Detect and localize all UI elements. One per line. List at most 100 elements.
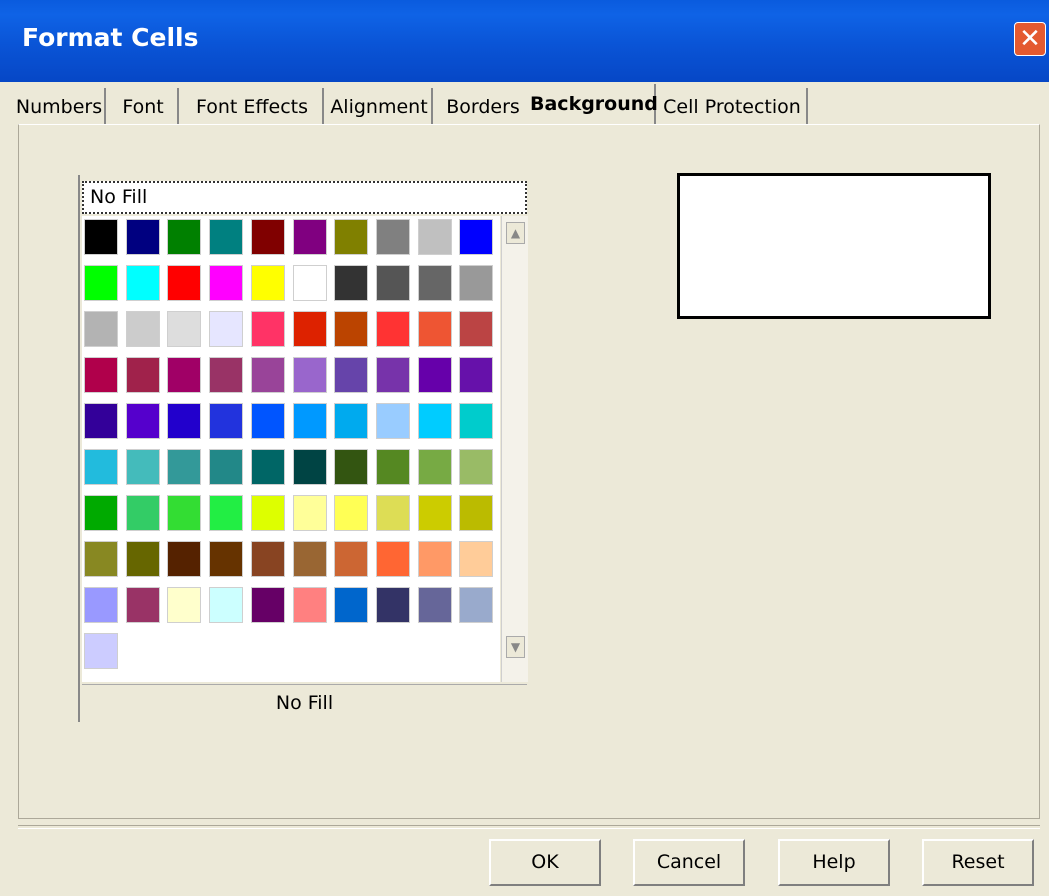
color-swatch[interactable]	[459, 219, 494, 255]
color-swatch[interactable]	[125, 311, 160, 347]
color-swatch[interactable]	[167, 403, 202, 439]
color-swatch[interactable]	[459, 449, 494, 485]
color-swatch[interactable]	[250, 219, 285, 255]
color-swatch[interactable]	[417, 265, 452, 301]
color-swatch[interactable]	[250, 495, 285, 531]
color-swatch[interactable]	[334, 311, 369, 347]
color-swatch[interactable]	[334, 449, 369, 485]
color-swatch[interactable]	[375, 403, 410, 439]
color-swatch[interactable]	[292, 219, 327, 255]
color-swatch[interactable]	[125, 219, 160, 255]
color-swatch[interactable]	[84, 449, 118, 485]
color-swatch[interactable]	[292, 587, 327, 623]
color-swatch[interactable]	[125, 357, 160, 393]
color-swatch[interactable]	[125, 265, 160, 301]
color-swatch[interactable]	[209, 219, 244, 255]
palette-scrollbar[interactable]: ▲ ▼	[501, 216, 528, 682]
scroll-up-button[interactable]: ▲	[506, 222, 525, 244]
color-swatch[interactable]	[84, 633, 118, 669]
color-swatch[interactable]	[375, 449, 410, 485]
color-swatch[interactable]	[292, 541, 327, 577]
color-swatch[interactable]	[292, 495, 327, 531]
color-swatch[interactable]	[334, 357, 369, 393]
color-swatch[interactable]	[167, 357, 202, 393]
tab-background[interactable]: Background	[530, 84, 658, 128]
color-swatch[interactable]	[417, 403, 452, 439]
tab-font[interactable]: Font	[109, 88, 179, 126]
ok-button[interactable]: OK	[489, 839, 601, 886]
color-swatch[interactable]	[417, 449, 452, 485]
tab-alignment[interactable]: Alignment	[327, 88, 433, 126]
color-swatch[interactable]	[250, 449, 285, 485]
color-swatch[interactable]	[84, 587, 118, 623]
color-swatch[interactable]	[417, 219, 452, 255]
color-swatch[interactable]	[84, 265, 118, 301]
color-swatch[interactable]	[167, 495, 202, 531]
color-swatch[interactable]	[334, 541, 369, 577]
color-swatch[interactable]	[250, 403, 285, 439]
tab-numbers[interactable]: Numbers	[14, 88, 106, 126]
color-swatch[interactable]	[209, 495, 244, 531]
color-swatch[interactable]	[334, 219, 369, 255]
color-swatch[interactable]	[250, 357, 285, 393]
color-swatch[interactable]	[334, 403, 369, 439]
color-swatch[interactable]	[84, 495, 118, 531]
color-swatch[interactable]	[459, 541, 494, 577]
color-swatch[interactable]	[334, 265, 369, 301]
tab-cell-protection[interactable]: Cell Protection	[658, 88, 808, 126]
color-swatch[interactable]	[375, 311, 410, 347]
color-swatch[interactable]	[417, 541, 452, 577]
tab-font-effects[interactable]: Font Effects	[182, 88, 324, 126]
color-swatch[interactable]	[417, 495, 452, 531]
color-swatch[interactable]	[84, 219, 118, 255]
cancel-button[interactable]: Cancel	[633, 839, 745, 886]
no-fill-option[interactable]: No Fill	[82, 181, 527, 214]
color-swatch[interactable]	[459, 587, 494, 623]
color-swatch[interactable]	[375, 265, 410, 301]
color-swatch[interactable]	[209, 403, 244, 439]
color-swatch[interactable]	[125, 495, 160, 531]
color-swatch[interactable]	[375, 495, 410, 531]
color-swatch[interactable]	[167, 219, 202, 255]
color-swatch[interactable]	[375, 541, 410, 577]
color-swatch[interactable]	[84, 403, 118, 439]
color-swatch[interactable]	[375, 587, 410, 623]
color-swatch[interactable]	[167, 449, 202, 485]
color-swatch[interactable]	[292, 265, 327, 301]
color-swatch[interactable]	[375, 357, 410, 393]
color-swatch[interactable]	[125, 403, 160, 439]
color-swatch[interactable]	[250, 311, 285, 347]
help-button[interactable]: Help	[778, 839, 890, 886]
color-swatch[interactable]	[209, 265, 244, 301]
color-swatch[interactable]	[209, 311, 244, 347]
color-swatch[interactable]	[84, 311, 118, 347]
color-swatch[interactable]	[417, 357, 452, 393]
color-swatch[interactable]	[209, 587, 244, 623]
color-swatch[interactable]	[417, 311, 452, 347]
color-swatch[interactable]	[375, 219, 410, 255]
color-swatch[interactable]	[167, 541, 202, 577]
color-swatch[interactable]	[167, 587, 202, 623]
color-swatch[interactable]	[167, 311, 202, 347]
color-swatch[interactable]	[250, 587, 285, 623]
tab-borders[interactable]: Borders	[436, 88, 532, 126]
color-swatch[interactable]	[292, 449, 327, 485]
color-swatch[interactable]	[250, 265, 285, 301]
color-swatch[interactable]	[209, 357, 244, 393]
color-swatch[interactable]	[250, 541, 285, 577]
color-swatch[interactable]	[292, 357, 327, 393]
color-swatch[interactable]	[84, 357, 118, 393]
color-swatch[interactable]	[125, 541, 160, 577]
color-swatch[interactable]	[459, 403, 494, 439]
color-swatch[interactable]	[459, 357, 494, 393]
close-button[interactable]: ✕	[1014, 22, 1046, 56]
scroll-down-button[interactable]: ▼	[506, 636, 525, 658]
color-swatch[interactable]	[334, 587, 369, 623]
color-swatch[interactable]	[84, 541, 118, 577]
color-swatch[interactable]	[334, 495, 369, 531]
color-swatch[interactable]	[209, 449, 244, 485]
color-swatch[interactable]	[459, 265, 494, 301]
color-swatch[interactable]	[417, 587, 452, 623]
color-swatch[interactable]	[125, 449, 160, 485]
color-swatch[interactable]	[209, 541, 244, 577]
